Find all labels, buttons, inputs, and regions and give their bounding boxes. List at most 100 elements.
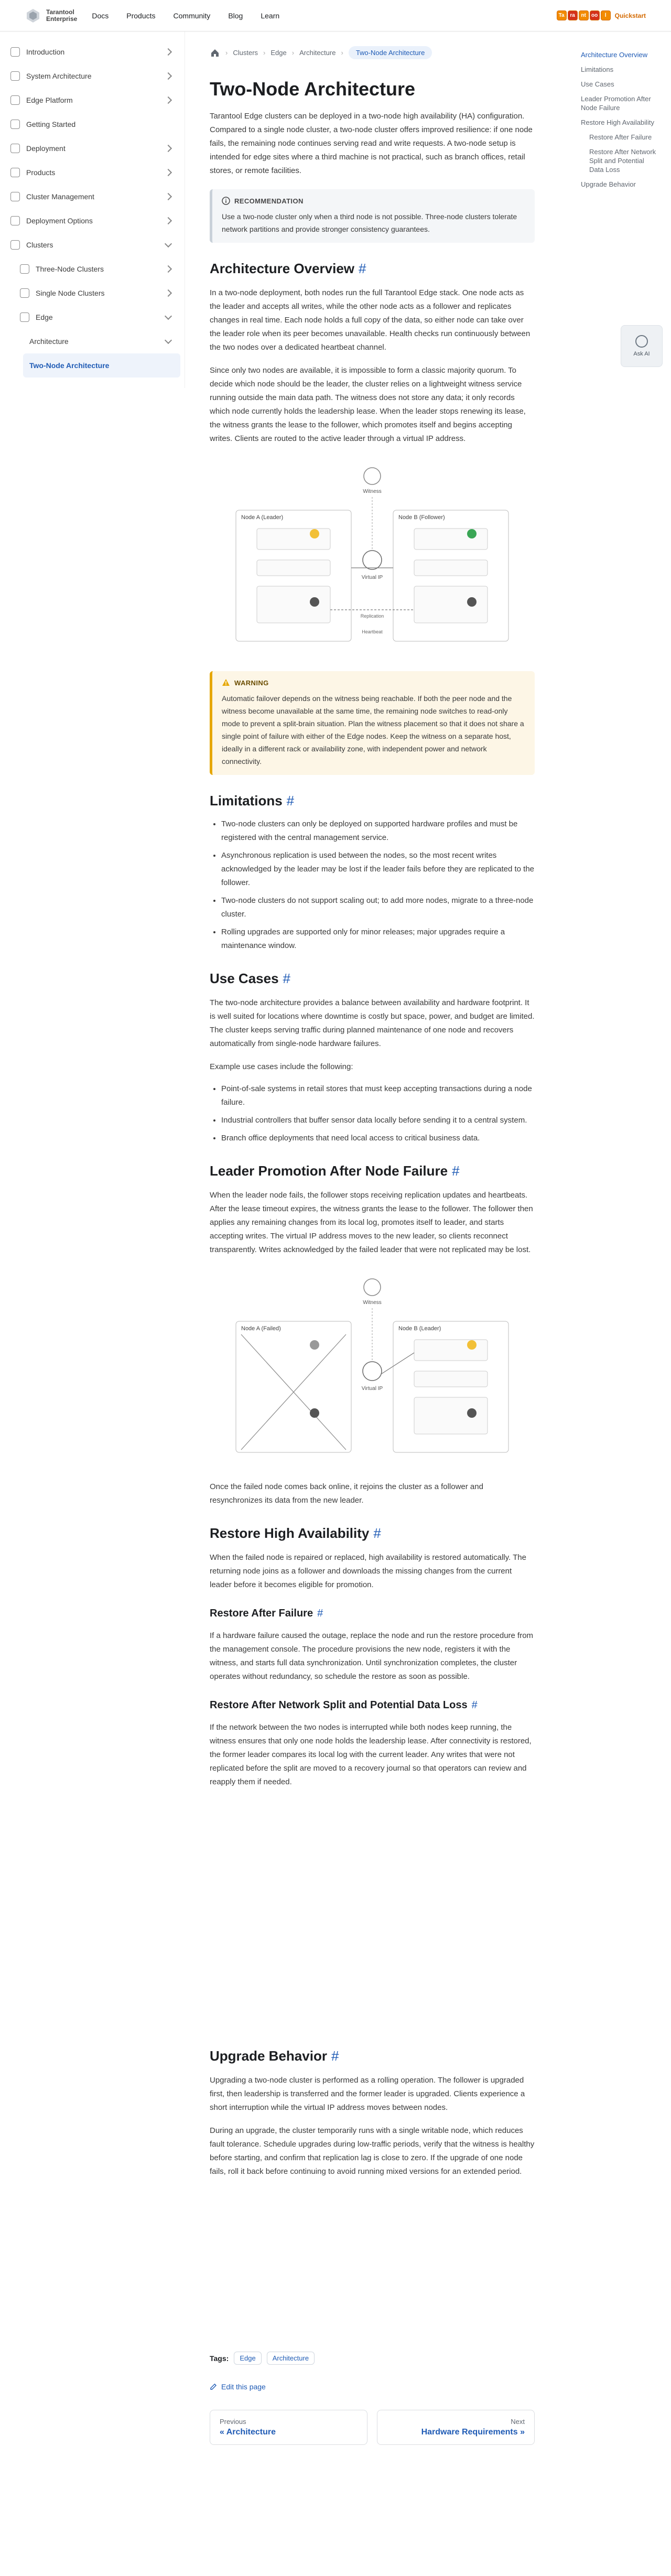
toc-item-use-cases[interactable]: Use Cases: [581, 80, 659, 89]
chevron-right-icon: [164, 289, 172, 297]
ask-ai-button[interactable]: Ask AI: [621, 325, 663, 367]
section-heading-text: Architecture Overview: [210, 261, 355, 276]
new-leader-label: Node B (Leader): [398, 1325, 441, 1332]
database-icon: [310, 597, 319, 607]
node-b-label: Node B (Follower): [398, 514, 445, 521]
heading-anchor-link[interactable]: #: [317, 1608, 323, 1619]
sidebar-item-edge[interactable]: Edge: [14, 305, 180, 329]
section-heading-text: Restore After Network Split and Potentia…: [210, 1699, 468, 1711]
heading-anchor-link[interactable]: #: [373, 1525, 381, 1541]
sidebar-item-getting-started[interactable]: Getting Started: [4, 112, 180, 136]
settings-icon: [10, 192, 20, 201]
toc-item-restore-after-failure[interactable]: Restore After Failure: [581, 133, 659, 142]
nav-link-community[interactable]: Community: [174, 12, 211, 20]
database-icon: [467, 597, 477, 607]
promo-box-4: oo: [589, 10, 600, 20]
nav-link-docs[interactable]: Docs: [92, 12, 109, 20]
chevron-right-icon: [164, 168, 172, 177]
chevron-right-icon: [164, 144, 172, 153]
witness-node: Witness: [363, 1278, 382, 1306]
replication-label: Replication: [361, 613, 384, 619]
nav-link-blog[interactable]: Blog: [228, 12, 243, 20]
breadcrumb-architecture[interactable]: Architecture: [299, 49, 336, 57]
section-heading-restore-after-failure: Restore After Failure #: [210, 1608, 535, 1620]
toc-item-leader-promotion[interactable]: Leader Promotion After Node Failure: [581, 94, 659, 112]
section-heading-text: Limitations: [210, 793, 283, 809]
heading-anchor-link[interactable]: #: [359, 261, 366, 276]
toc-item-limitations[interactable]: Limitations: [581, 65, 659, 74]
promo-box-3: nt: [578, 10, 589, 20]
cluster-icon: [20, 264, 29, 274]
sidebar-item-products[interactable]: Products: [4, 160, 180, 185]
ask-ai-label: Ask AI: [633, 351, 650, 357]
warning-icon: [222, 679, 230, 686]
pagination-prev[interactable]: Previous « Architecture: [210, 2410, 367, 2445]
tags-row: Tags: Edge Architecture: [210, 2352, 535, 2365]
tag-edge[interactable]: Edge: [234, 2352, 262, 2365]
pagination-next[interactable]: Next Hardware Requirements »: [377, 2410, 535, 2445]
architecture-paragraph-2: Since only two nodes are available, it i…: [210, 366, 526, 443]
two-node-architecture-diagram: Witness Virtual IP Node A (Leader) Node …: [235, 467, 509, 642]
home-icon[interactable]: [210, 48, 220, 58]
table-of-contents: Architecture Overview Limitations Use Ca…: [581, 50, 659, 195]
follower-badge: [467, 529, 477, 538]
breadcrumb-edge[interactable]: Edge: [270, 49, 286, 57]
sidebar-item-cluster-management[interactable]: Cluster Management: [4, 185, 180, 209]
leader-badge: [467, 1340, 477, 1350]
restore-paragraph: When the failed node is repaired or repl…: [210, 1553, 526, 1589]
toc-item-restore-after-split[interactable]: Restore After Network Split and Potentia…: [581, 147, 659, 174]
sidebar-item-label: Two-Node Architecture: [29, 361, 110, 370]
pagination-prev-sub: Previous: [220, 2418, 246, 2426]
sidebar-item-system-architecture[interactable]: System Architecture: [4, 64, 180, 88]
use-cases-list: Point-of-sale systems in retail stores t…: [210, 1082, 535, 1145]
toc-item-architecture-overview[interactable]: Architecture Overview: [581, 50, 659, 59]
brand-logo-icon: [27, 8, 39, 23]
heading-anchor-link[interactable]: #: [452, 1163, 459, 1179]
heading-anchor-link[interactable]: #: [331, 2048, 339, 2064]
sidebar-item-three-node-clusters[interactable]: Three-Node Clusters: [14, 257, 180, 281]
edge-icon: [20, 312, 29, 322]
section-heading-use-cases: Use Cases #: [210, 971, 535, 987]
tags-label: Tags:: [210, 2354, 229, 2363]
sidebar-item-deployment[interactable]: Deployment: [4, 136, 180, 160]
sidebar-item-clusters[interactable]: Clusters: [4, 233, 180, 257]
sidebar-item-edge-platform[interactable]: Edge Platform: [4, 88, 180, 112]
nav-promo-banner[interactable]: Ta ra nt oo l Quickstart: [556, 10, 646, 20]
book-icon: [10, 47, 20, 57]
brand-logo[interactable]: Tarantool Enterprise: [25, 8, 77, 24]
list-item: Two-node clusters can only be deployed o…: [221, 817, 535, 845]
sidebar-item-architecture[interactable]: Architecture: [23, 329, 180, 353]
sidebar-item-single-node-clusters[interactable]: Single Node Clusters: [14, 281, 180, 305]
virtual-ip-node: Virtual IP: [362, 550, 383, 580]
nav-link-learn[interactable]: Learn: [261, 12, 279, 20]
chevron-right-icon: [164, 265, 172, 273]
sidebar-item-introduction[interactable]: Introduction: [4, 40, 180, 64]
sidebar-item-deployment-options[interactable]: Deployment Options: [4, 209, 180, 233]
heading-anchor-link[interactable]: #: [283, 971, 290, 986]
tag-architecture[interactable]: Architecture: [266, 2352, 315, 2365]
use-cases-paragraph-2: Example use cases include the following:: [210, 1062, 353, 1071]
main-content: › Clusters › Edge › Architecture › Two-N…: [210, 31, 535, 2445]
database-icon: [310, 1408, 319, 1418]
note-title: RECOMMENDATION: [234, 197, 304, 205]
sidebar-item-label: Getting Started: [26, 120, 76, 128]
chevron-down-icon: [164, 336, 172, 344]
breadcrumb-separator: ›: [341, 49, 343, 57]
breadcrumb-clusters[interactable]: Clusters: [233, 49, 258, 57]
sidebar-item-two-node-architecture[interactable]: Two-Node Architecture: [23, 353, 180, 378]
section-heading-leader-promotion: Leader Promotion After Node Failure #: [210, 1163, 535, 1179]
list-item: Rolling upgrades are supported only for …: [221, 925, 535, 953]
breadcrumb: › Clusters › Edge › Architecture › Two-N…: [210, 46, 535, 59]
toc-item-upgrade-behavior[interactable]: Upgrade Behavior: [581, 180, 659, 189]
edit-page-link[interactable]: Edit this page: [210, 2383, 535, 2391]
brand-name-line1: Tarantool: [46, 8, 74, 16]
nav-link-products[interactable]: Products: [126, 12, 155, 20]
section-heading-text: Leader Promotion After Node Failure: [210, 1163, 448, 1179]
upgrade-paragraph-1: Upgrading a two-node cluster is performe…: [210, 2076, 525, 2112]
toc-item-restore-high-availability[interactable]: Restore High Availability: [581, 118, 659, 127]
section-heading-restore-after-split: Restore After Network Split and Potentia…: [210, 1699, 535, 1711]
heading-anchor-link[interactable]: #: [472, 1699, 478, 1711]
sidebar-item-label: Edge: [36, 313, 53, 321]
heading-anchor-link[interactable]: #: [287, 793, 294, 809]
